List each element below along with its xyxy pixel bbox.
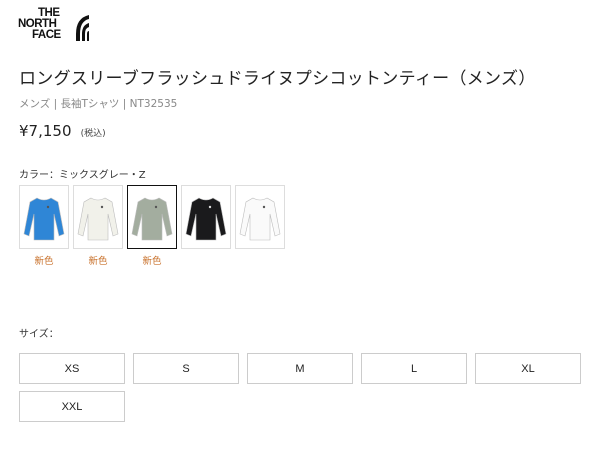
new-color-badge: 新色 (34, 256, 54, 267)
tshirt-icon (239, 197, 281, 241)
product-price: ¥7,150 (税込) (19, 121, 106, 140)
tshirt-icon (185, 197, 227, 241)
new-color-badge: 新色 (142, 256, 162, 267)
product-title: ロングスリーブフラッシュドライヌプシコットンティー（メンズ） (19, 69, 536, 89)
color-swatch[interactable] (235, 185, 285, 249)
color-swatch[interactable] (127, 185, 177, 249)
color-label: カラー：ミックスグレー・Z (19, 170, 146, 181)
color-swatch[interactable] (181, 185, 231, 249)
size-option-xs[interactable]: XS (19, 353, 125, 384)
new-color-badge: 新色 (88, 256, 108, 267)
tshirt-icon (131, 197, 173, 241)
half-dome-icon (76, 15, 89, 41)
brand-logo-text: THE NORTH FACE (18, 7, 61, 41)
tax-note: (税込) (80, 129, 106, 139)
product-category: メンズ | 長袖Tシャツ | NT32535 (19, 98, 178, 110)
logo-line-3: FACE (32, 29, 61, 41)
brand-logo[interactable]: THE NORTH FACE (18, 7, 90, 44)
tshirt-icon (77, 197, 119, 241)
size-label: サイズ： (19, 329, 59, 340)
color-swatch[interactable] (19, 185, 69, 249)
size-option-xxl[interactable]: XXL (19, 391, 125, 422)
color-swatch[interactable] (73, 185, 123, 249)
size-option-m[interactable]: M (247, 353, 353, 384)
size-option-l[interactable]: L (361, 353, 467, 384)
size-option-xl[interactable]: XL (475, 353, 581, 384)
size-option-s[interactable]: S (133, 353, 239, 384)
price-amount: ¥7,150 (19, 122, 72, 140)
tshirt-icon (23, 197, 65, 241)
